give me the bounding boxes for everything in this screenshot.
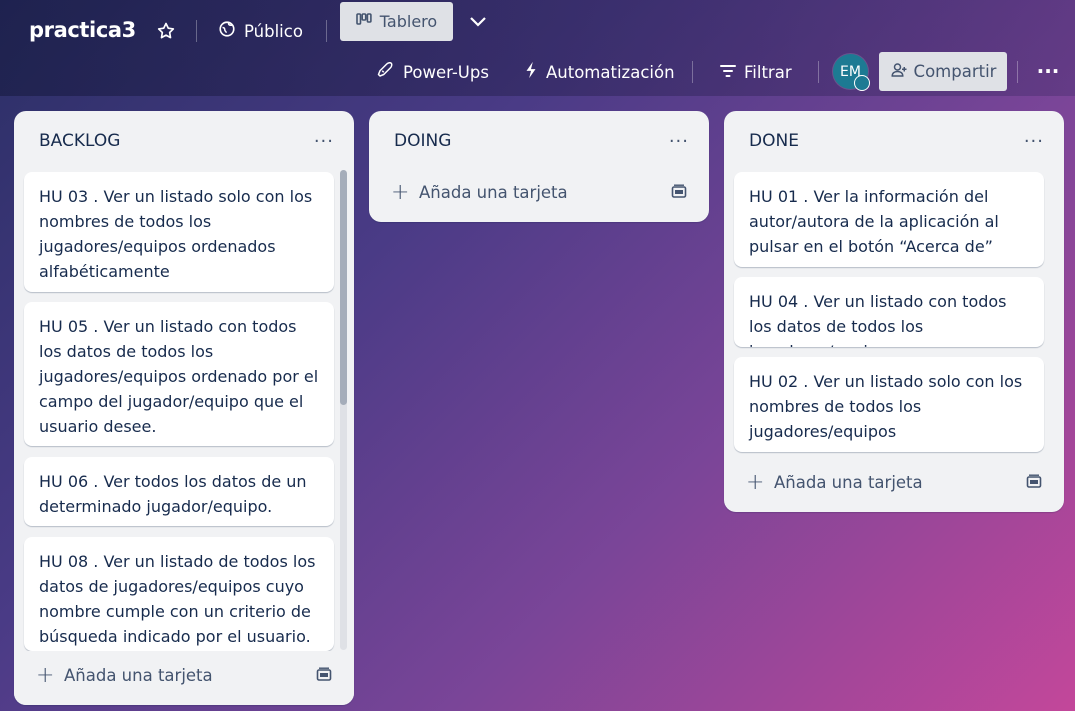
list-card[interactable]: HU 06 . Ver todos los datos de un determ… [24,457,334,526]
filter-icon [720,63,736,82]
tab-board-view[interactable]: Tablero [340,2,453,41]
list-card[interactable]: HU 03 . Ver un listado solo con los nomb… [24,172,334,292]
add-card-button[interactable]: + Añada una tarjeta [36,663,213,688]
avatar[interactable]: EM [833,54,870,91]
plus-icon: + [746,470,765,495]
add-card-button[interactable]: + Añada una tarjeta [391,180,568,205]
list-title[interactable]: BACKLOG [39,131,120,151]
powerups-label: Power-Ups [403,62,489,82]
add-card-button[interactable]: + Añada una tarjeta [746,470,923,495]
visibility-label: Público [244,21,303,41]
board-title[interactable]: practica3 [29,18,136,42]
list-card[interactable]: HU 02 . Ver un listado solo con los nomb… [734,357,1044,452]
add-card-label: Añada una tarjeta [64,666,213,685]
list-scrollbar[interactable] [340,170,347,650]
list-title[interactable]: DOING [394,131,451,151]
plus-icon: + [36,663,55,688]
share-label: Compartir [913,62,997,81]
lightning-icon [524,61,538,83]
list-card[interactable]: HU 05 . Ver un listado con todos los dat… [24,302,334,446]
divider [692,61,693,83]
add-card-label: Añada una tarjeta [774,473,923,492]
list-card[interactable]: HU 04 . Ver un listado con todos los dat… [734,277,1044,347]
add-person-icon [890,61,908,83]
list-menu-icon[interactable]: ··· [314,131,334,152]
list-menu-icon[interactable]: ··· [669,131,689,152]
filter-label: Filtrar [744,62,792,82]
powerups-button[interactable]: Power-Ups [377,56,489,88]
divider [196,20,197,42]
board-header: practica3 Público Tablero Power-Ups Auto… [0,0,1075,96]
plus-icon: + [391,180,410,205]
more-options-icon[interactable]: ··· [1034,56,1062,86]
star-icon[interactable] [155,20,177,42]
list-card[interactable]: HU 01 . Ver la información del autor/aut… [734,172,1044,267]
card-template-icon[interactable] [1026,474,1042,494]
visibility-button[interactable]: Público [218,15,303,47]
share-button[interactable]: Compartir [879,52,1007,91]
automation-button[interactable]: Automatización [524,56,675,88]
scrollbar-thumb[interactable] [340,170,347,405]
chevron-down-icon[interactable] [466,10,490,34]
divider [326,20,327,42]
list-title[interactable]: DONE [749,131,799,151]
board-view-icon [355,12,372,31]
list-backlog: BACKLOG ··· HU 03 . Ver un listado solo … [14,111,354,705]
add-card-label: Añada una tarjeta [419,183,568,202]
list-menu-icon[interactable]: ··· [1024,131,1044,152]
rocket-icon [377,61,395,83]
tab-board-label: Tablero [379,12,438,31]
automation-label: Automatización [546,62,675,82]
list-done: DONE ··· HU 01 . Ver la información del … [724,111,1064,512]
list-card[interactable]: HU 08 . Ver un listado de todos los dato… [24,537,334,651]
list-doing: DOING ··· + Añada una tarjeta [369,111,709,222]
card-template-icon[interactable] [316,667,332,687]
divider [1017,61,1018,83]
divider [818,61,819,83]
card-template-icon[interactable] [671,184,687,204]
globe-icon [218,20,236,42]
filter-button[interactable]: Filtrar [720,56,792,88]
admin-badge-icon [854,75,870,91]
